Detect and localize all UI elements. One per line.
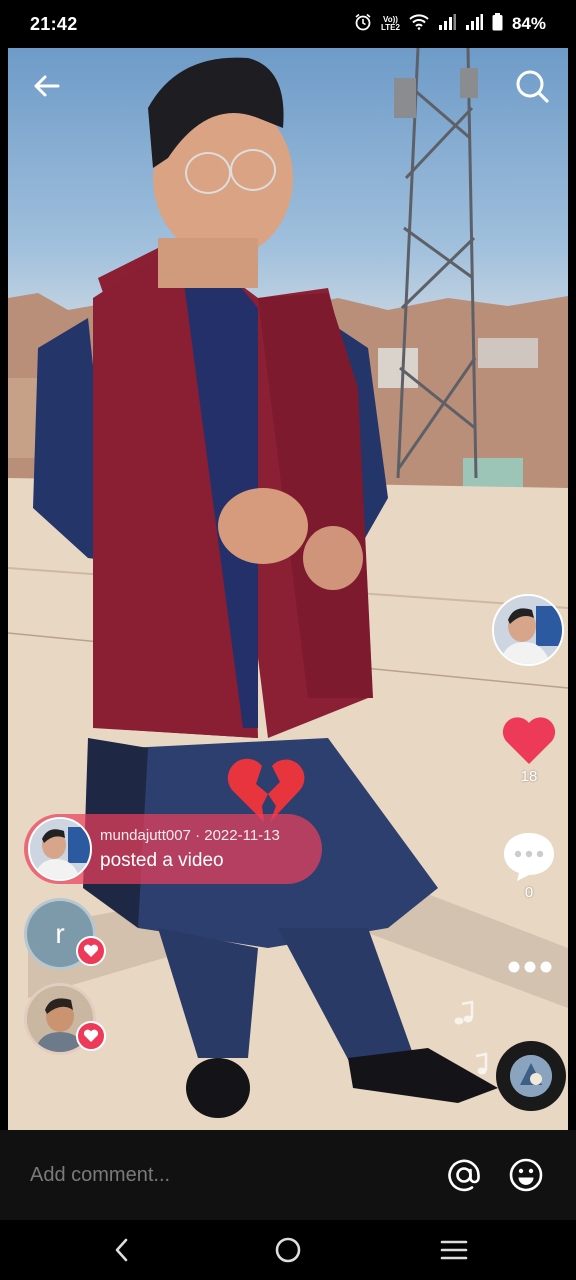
music-disc-button[interactable] — [496, 1041, 566, 1111]
system-nav-bar — [0, 1220, 576, 1280]
status-bar: 21:42 Vo)) LTE2 84% — [0, 0, 576, 48]
music-note-icon — [454, 1000, 476, 1031]
music-cover — [510, 1055, 552, 1097]
comment-bar: Add comment... — [0, 1130, 576, 1220]
like-count: 18 — [520, 768, 538, 785]
nav-home-button[interactable] — [266, 1228, 310, 1272]
battery-icon — [492, 12, 503, 36]
back-button[interactable] — [24, 64, 68, 108]
comment-input[interactable]: Add comment... — [30, 1164, 422, 1187]
comment-icon — [504, 833, 554, 881]
nav-back-button[interactable] — [100, 1228, 144, 1272]
at-sign-icon — [448, 1159, 480, 1192]
search-icon — [516, 70, 549, 103]
arrow-left-icon — [34, 75, 60, 97]
more-dots-icon — [508, 961, 552, 973]
video-player[interactable] — [8, 48, 568, 1130]
status-time: 21:42 — [30, 13, 78, 34]
alarm-icon — [354, 13, 372, 36]
video-frame — [8, 48, 568, 1130]
activity-meta: mundajutt007 · 2022-11-13 — [100, 826, 280, 844]
heart-icon — [83, 944, 99, 957]
viewer-initial: r — [55, 918, 65, 949]
activity-notification[interactable]: mundajutt007 · 2022-11-13 posted a video — [24, 814, 322, 884]
activity-avatar[interactable] — [28, 817, 92, 881]
music-note-icon-2 — [468, 1052, 490, 1083]
avatar-image — [494, 596, 562, 664]
search-button[interactable] — [510, 64, 554, 108]
chevron-left-icon — [115, 1238, 128, 1262]
wifi-icon — [409, 13, 429, 35]
nav-recents-button[interactable] — [432, 1228, 476, 1272]
like-button[interactable]: 18 — [496, 714, 562, 785]
emoji-button[interactable] — [506, 1155, 546, 1195]
comment-button[interactable]: 0 — [496, 830, 562, 901]
menu-lines-icon — [440, 1240, 468, 1260]
heart-icon — [502, 717, 556, 764]
volte-label: Vo)) LTE2 — [381, 15, 400, 32]
mention-button[interactable] — [444, 1155, 484, 1195]
home-circle-icon — [275, 1237, 301, 1263]
viewer-like-badge-2 — [76, 1021, 106, 1051]
heart-icon — [83, 1029, 99, 1042]
battery-percent: 84% — [511, 14, 546, 33]
signal-icon-1 — [438, 13, 456, 35]
comment-count: 0 — [524, 884, 534, 901]
smiley-icon — [509, 1158, 543, 1192]
status-icons: Vo)) LTE2 84% — [354, 12, 546, 36]
more-options-button[interactable] — [496, 956, 562, 978]
viewer-like-badge-1 — [76, 936, 106, 966]
activity-action: posted a video — [100, 849, 224, 871]
creator-avatar[interactable] — [492, 594, 564, 666]
signal-icon-2 — [465, 13, 483, 35]
